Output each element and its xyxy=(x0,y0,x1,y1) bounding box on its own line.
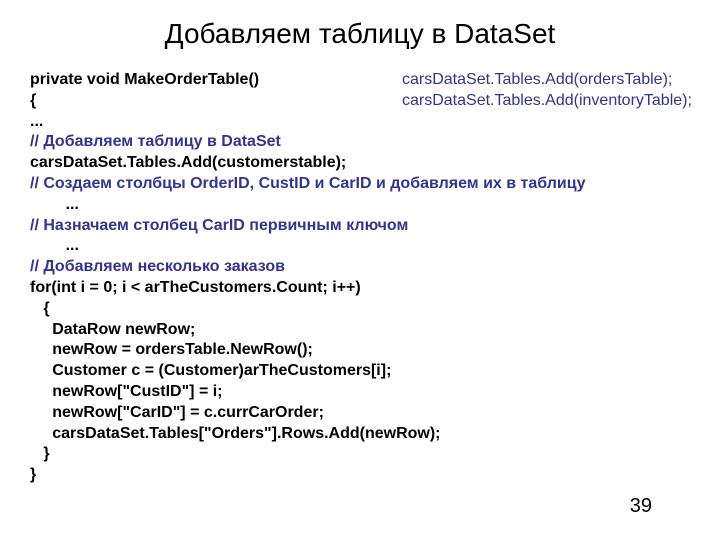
code-comment: // Назначаем столбец CarID первичным клю… xyxy=(30,216,670,237)
code-line: ... xyxy=(30,112,670,133)
code-comment: // Добавляем несколько заказов xyxy=(30,257,670,278)
code-comment: // Создаем столбцы OrderID, CustID и Car… xyxy=(30,174,670,195)
code-line: newRow = ordersTable.NewRow(); xyxy=(30,340,670,361)
slide-title: Добавляем таблицу в DataSet xyxy=(0,0,720,60)
code-line: DataRow newRow; xyxy=(30,320,670,341)
code-line: } xyxy=(30,465,670,486)
code-line: ... xyxy=(30,195,670,216)
code-line: Customer c = (Customer)arTheCustomers[i]… xyxy=(30,361,670,382)
code-line: carsDataSet.Tables["Orders"].Rows.Add(ne… xyxy=(30,424,670,445)
code-line: ... xyxy=(30,236,670,257)
slide: Добавляем таблицу в DataSet private void… xyxy=(0,0,720,540)
code-line: newRow["CarID"] = c.currCarOrder; xyxy=(30,403,670,424)
code-block: private void MakeOrderTable() { ... // Д… xyxy=(30,70,670,486)
side-code: carsDataSet.Tables.Add(ordersTable); car… xyxy=(402,70,702,112)
code-line: for(int i = 0; i < arTheCustomers.Count;… xyxy=(30,278,670,299)
side-line: carsDataSet.Tables.Add(inventoryTable); xyxy=(402,91,702,112)
code-line: carsDataSet.Tables.Add(customerstable); xyxy=(30,153,670,174)
code-line: newRow["CustID"] = i; xyxy=(30,382,670,403)
page-number: 39 xyxy=(630,495,652,518)
code-line: { xyxy=(30,299,670,320)
side-line: carsDataSet.Tables.Add(ordersTable); xyxy=(402,70,702,91)
code-line: } xyxy=(30,444,670,465)
code-comment: // Добавляем таблицу в DataSet xyxy=(30,132,670,153)
